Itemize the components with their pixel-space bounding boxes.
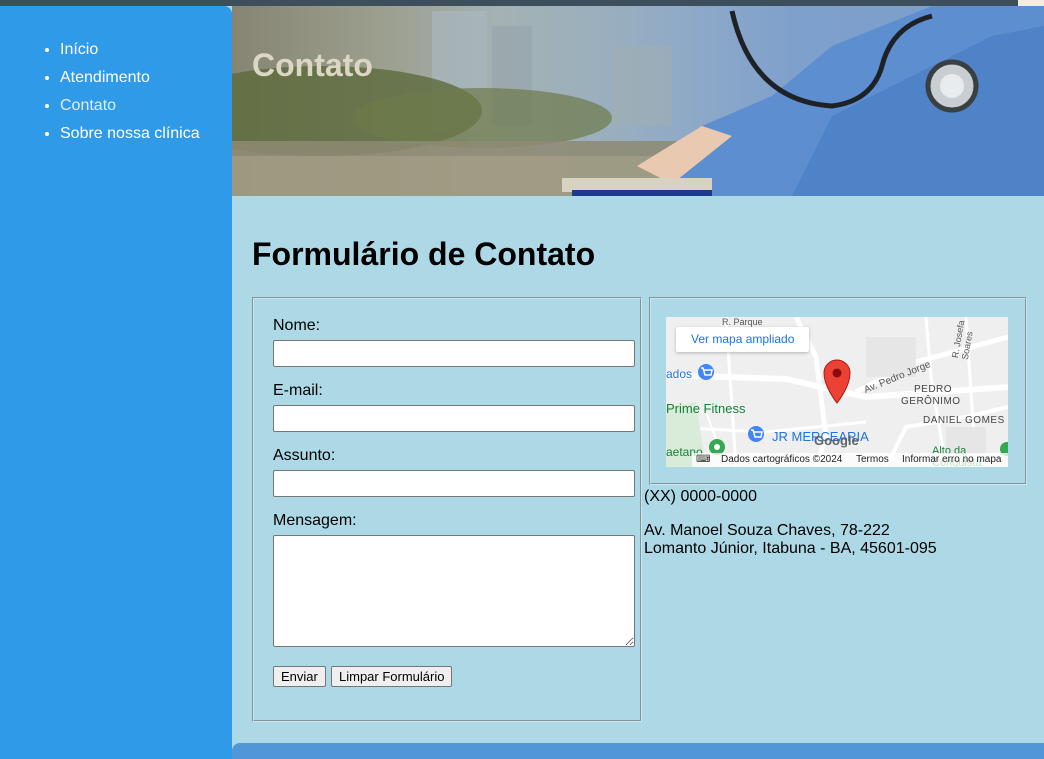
contact-address-line1: Av. Manoel Souza Chaves, 78-222 — [644, 522, 890, 539]
footer-bar — [232, 743, 1044, 759]
embedded-map[interactable]: Ver mapa ampliado R. Parque Av. Pedro Jo… — [666, 317, 1008, 467]
nav-item-contato: Contato — [60, 92, 232, 120]
sidebar-nav: Início Atendimento Contato Sobre nossa c… — [0, 6, 232, 759]
email-label: E-mail: — [273, 382, 323, 399]
map-label-prime-fitness: Prime Fitness — [666, 401, 746, 416]
map-attribution: Dados cartográficos ©2024 — [721, 454, 843, 465]
map-terms-link[interactable]: Termos — [856, 453, 889, 467]
banner-title: Contato — [252, 47, 373, 83]
map-report-link[interactable]: Informar erro no mapa — [902, 453, 1002, 467]
map-label-district-2: GERÔNIMO — [901, 396, 961, 407]
message-textarea[interactable] — [273, 535, 635, 647]
map-label-district-3: DANIEL GOMES — [923, 415, 1005, 426]
view-larger-map-link[interactable]: Ver mapa ampliado — [676, 327, 810, 352]
map-label-place-3: ados — [666, 367, 693, 381]
subject-input[interactable] — [273, 470, 635, 497]
reset-button[interactable]: Limpar Formulário — [331, 666, 453, 687]
nav-link-contato[interactable]: Contato — [60, 97, 116, 114]
email-input[interactable] — [273, 405, 635, 432]
cart-icon-2 — [748, 426, 764, 442]
contact-address-line2: Lomanto Júnior, Itabuna - BA, 45601-095 — [644, 540, 937, 557]
nav-list: Início Atendimento Contato Sobre nossa c… — [0, 36, 232, 148]
form-heading: Formulário de Contato — [252, 236, 596, 272]
nav-link-inicio[interactable]: Início — [60, 41, 98, 58]
cart-icon — [698, 364, 714, 380]
contact-phone: (XX) 0000-0000 — [644, 488, 757, 505]
submit-button[interactable]: Enviar — [273, 666, 326, 687]
nav-link-atendimento[interactable]: Atendimento — [60, 69, 150, 86]
google-logo: Google — [814, 433, 859, 448]
map-label-district-1: PEDRO — [914, 384, 953, 395]
nav-item-sobre: Sobre nossa clínica — [60, 120, 232, 148]
name-label: Nome: — [273, 317, 321, 334]
nav-item-inicio: Início — [60, 36, 232, 64]
message-label: Mensagem: — [273, 512, 357, 529]
nav-link-sobre[interactable]: Sobre nossa clínica — [60, 125, 200, 142]
map-label-street-1: R. Parque — [722, 317, 763, 327]
keyboard-icon[interactable]: ⌨ — [696, 453, 710, 467]
header-banner: Contato — [232, 6, 1044, 196]
map-footer: ⌨ Dados cartográficos ©2024 Termos Infor… — [692, 453, 1008, 467]
nav-item-atendimento: Atendimento — [60, 64, 232, 92]
banner-image — [232, 6, 1044, 196]
subject-label: Assunto: — [273, 447, 336, 464]
name-input[interactable] — [273, 340, 635, 367]
